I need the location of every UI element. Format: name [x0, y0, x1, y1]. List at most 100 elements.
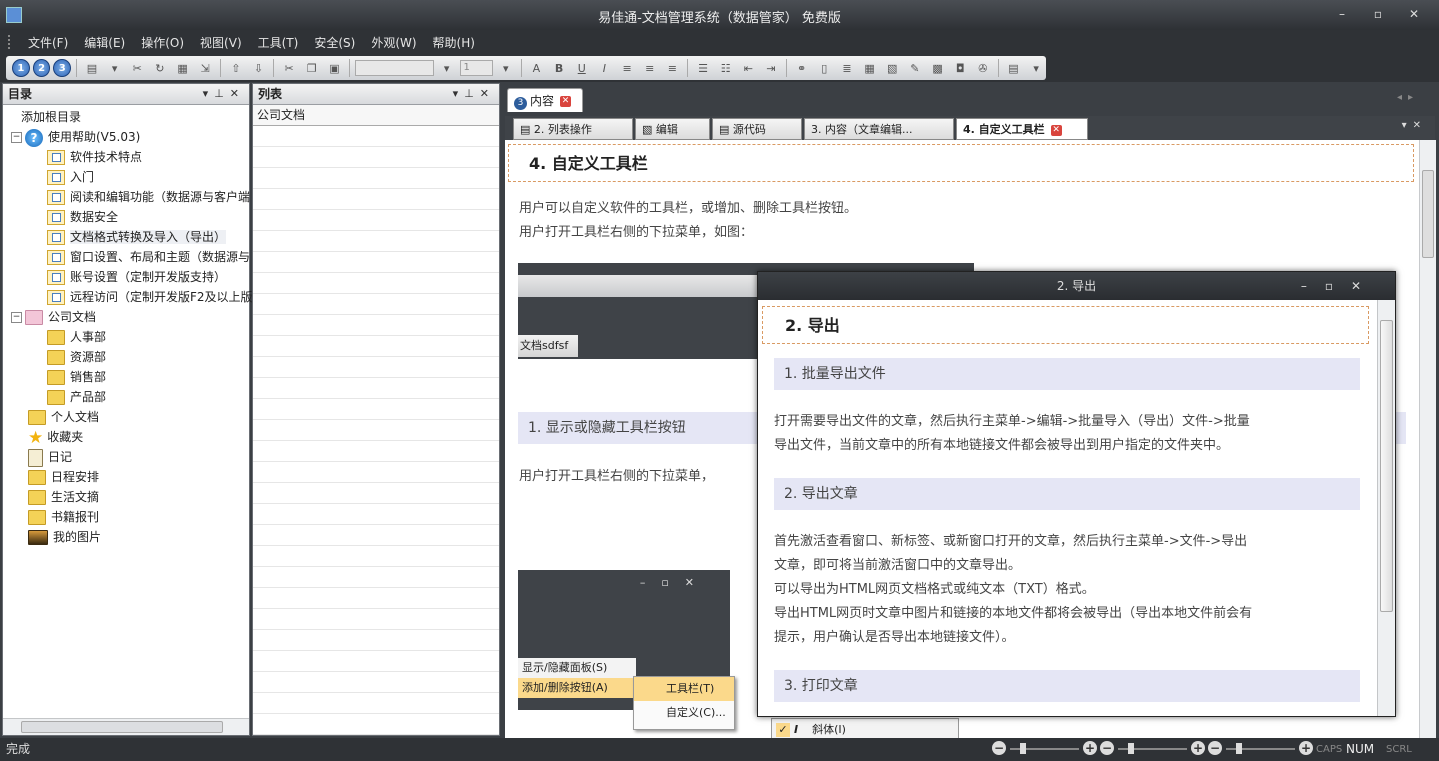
list-item[interactable]	[253, 273, 499, 294]
list-item[interactable]	[253, 567, 499, 588]
tab-edit[interactable]: ▧ 编辑	[635, 118, 710, 140]
list-item[interactable]	[253, 546, 499, 567]
tab-custom-toolbar[interactable]: 4. 自定义工具栏 ✕	[956, 118, 1088, 140]
zoom-slider[interactable]: − +	[1208, 741, 1313, 757]
align-right-icon[interactable]: ≡	[663, 58, 683, 78]
menu-operate[interactable]: 操作(O)	[133, 34, 192, 51]
font-color-icon[interactable]: A	[527, 58, 547, 78]
grid-icon[interactable]: ▩	[928, 58, 948, 78]
list-item[interactable]	[253, 210, 499, 231]
font-size-field[interactable]: 1	[459, 60, 493, 76]
list-item[interactable]	[253, 714, 499, 735]
scroll-thumb[interactable]	[21, 721, 223, 733]
list-item[interactable]	[253, 525, 499, 546]
list-item[interactable]	[253, 441, 499, 462]
tree-item[interactable]: − 公司文档	[3, 307, 249, 327]
tab-content[interactable]: 3 内容 ✕	[507, 88, 583, 112]
zoom-out-icon[interactable]: −	[992, 741, 1006, 755]
menu-file[interactable]: 文件(F)	[20, 34, 76, 51]
list-item[interactable]	[253, 252, 499, 273]
scroll-thumb[interactable]	[1422, 170, 1434, 258]
list-item[interactable]	[253, 294, 499, 315]
note-icon[interactable]: ▦	[173, 58, 193, 78]
tree-item[interactable]: 添加根目录	[3, 107, 249, 127]
layers-icon[interactable]: ≣	[837, 58, 857, 78]
zoom-slider[interactable]: − +	[1100, 741, 1205, 757]
tree-item[interactable]: 远程访问（定制开发版F2及以上版	[3, 287, 253, 307]
list-item[interactable]	[253, 378, 499, 399]
toolbar-options-icon[interactable]: ▾	[1026, 58, 1046, 78]
menu-view[interactable]: 视图(V)	[192, 34, 250, 51]
zoom-out-icon[interactable]: −	[1208, 741, 1222, 755]
list-item[interactable]	[253, 357, 499, 378]
tool-icon[interactable]: ✇	[973, 58, 993, 78]
page-icon[interactable]: ▯	[814, 58, 834, 78]
list-item[interactable]	[253, 231, 499, 252]
italic-icon[interactable]: I	[595, 58, 615, 78]
zoom-knob[interactable]	[1128, 743, 1134, 754]
layout-3-button[interactable]: 3	[53, 59, 72, 77]
collapse-icon[interactable]: −	[11, 312, 22, 323]
list-item[interactable]	[253, 462, 499, 483]
export-icon[interactable]: ⇲	[195, 58, 215, 78]
list-item[interactable]	[253, 147, 499, 168]
outdent-icon[interactable]: ⇤	[738, 58, 758, 78]
list-item[interactable]	[253, 630, 499, 651]
tree-item[interactable]: 窗口设置、布局和主题（数据源与	[3, 247, 250, 267]
list-item[interactable]	[253, 609, 499, 630]
tree-item[interactable]: 账号设置（定制开发版支持）	[3, 267, 249, 287]
numbered-list-icon[interactable]: ☰	[693, 58, 713, 78]
camera-icon[interactable]: ◘	[950, 58, 970, 78]
tree-item[interactable]: ★ 收藏夹	[3, 427, 249, 448]
dropdown-icon[interactable]: ▾	[105, 58, 125, 78]
menu-tools[interactable]: 工具(T)	[250, 34, 307, 51]
bold-icon[interactable]: B	[549, 58, 569, 78]
document-vscrollbar[interactable]	[1419, 140, 1436, 738]
list-item[interactable]	[253, 189, 499, 210]
list-item[interactable]	[253, 651, 499, 672]
collapse-icon[interactable]: −	[11, 132, 22, 143]
tree-item[interactable]: 我的图片	[3, 527, 249, 547]
font-name-field[interactable]	[355, 60, 434, 76]
tab-menu-controls[interactable]: ▾✕	[1402, 120, 1427, 131]
list-item[interactable]	[253, 504, 499, 525]
zoom-knob[interactable]	[1236, 743, 1242, 754]
close-tab-icon[interactable]: ✕	[1050, 124, 1062, 136]
close-tab-icon[interactable]: ✕	[560, 96, 572, 107]
zoom-slider[interactable]: − +	[992, 741, 1097, 757]
refresh-icon[interactable]: ↻	[150, 58, 170, 78]
list-item[interactable]	[253, 672, 499, 693]
tree-item[interactable]: 日记	[3, 447, 249, 467]
scroll-thumb[interactable]	[1380, 320, 1393, 612]
zoom-in-icon[interactable]: +	[1191, 741, 1205, 755]
list-item[interactable]	[253, 315, 499, 336]
tree-hscrollbar[interactable]	[3, 718, 249, 735]
tree-item[interactable]: 日程安排	[3, 467, 249, 487]
menu-help[interactable]: 帮助(H)	[425, 34, 483, 51]
move-down-icon[interactable]: ⇩	[249, 58, 269, 78]
copy-icon[interactable]: ❐	[302, 58, 322, 78]
tree-item[interactable]: −? 使用帮助(V5.03)	[3, 127, 249, 147]
menu-security[interactable]: 安全(S)	[306, 34, 363, 51]
menu-appearance[interactable]: 外观(W)	[363, 34, 424, 51]
list-item[interactable]	[253, 336, 499, 357]
zoom-in-icon[interactable]: +	[1299, 741, 1313, 755]
tab-scroll-arrows[interactable]: ◂▸	[1397, 92, 1419, 103]
indent-icon[interactable]: ⇥	[761, 58, 781, 78]
align-center-icon[interactable]: ≡	[640, 58, 660, 78]
table-icon[interactable]: ▦	[860, 58, 880, 78]
tree-item[interactable]: 软件技术特点	[3, 147, 249, 167]
edit-image-icon[interactable]: ✎	[905, 58, 925, 78]
tree-item-selected[interactable]: 文档格式转换及导入（导出）	[3, 227, 249, 247]
underline-icon[interactable]: U	[572, 58, 592, 78]
tree-item[interactable]: 书籍报刊	[3, 507, 249, 527]
list-item[interactable]	[253, 126, 499, 147]
tree-item[interactable]: 产品部	[3, 387, 249, 407]
size-dropdown-icon[interactable]: ▾	[496, 58, 516, 78]
cut-doc-icon[interactable]: ✂	[127, 58, 147, 78]
list-column-header[interactable]: 公司文档	[253, 105, 499, 126]
tree-item[interactable]: 资源部	[3, 347, 249, 367]
menu-edit[interactable]: 编辑(E)	[76, 34, 133, 51]
list-item[interactable]	[253, 168, 499, 189]
zoom-in-icon[interactable]: +	[1083, 741, 1097, 755]
